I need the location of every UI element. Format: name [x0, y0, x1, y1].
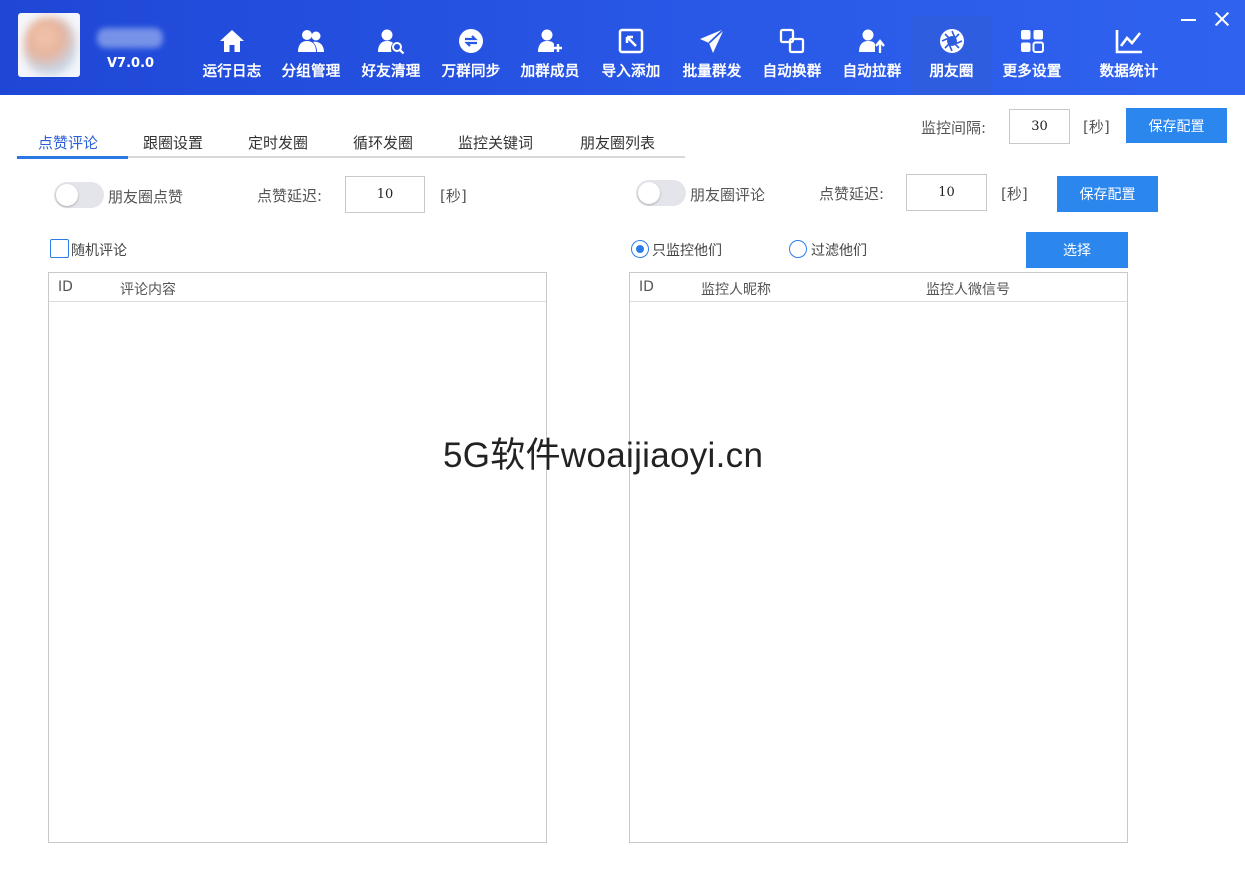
nav-group-sync[interactable]: 万群同步 [437, 16, 505, 95]
random-comment-checkbox[interactable] [50, 239, 69, 258]
tab-follow-settings[interactable]: 跟圈设置 [143, 132, 203, 153]
add-user-icon [535, 26, 565, 56]
save-config-button[interactable]: 保存配置 [1057, 176, 1158, 212]
blurred-username [97, 28, 163, 48]
nav-data-stats[interactable]: 数据统计 [1091, 16, 1167, 95]
tab-monitor-keywords[interactable]: 监控关键词 [458, 132, 533, 153]
send-icon [697, 26, 727, 56]
nav-batch-send[interactable]: 批量群发 [678, 16, 746, 95]
select-button[interactable]: 选择 [1026, 232, 1128, 268]
nav-group-manage[interactable]: 分组管理 [277, 16, 345, 95]
chart-icon [1114, 26, 1144, 56]
tab-loop-post[interactable]: 循环发圈 [353, 132, 413, 153]
avatar[interactable] [18, 13, 80, 77]
comment-moments-toggle[interactable] [636, 180, 686, 206]
like-delay-unit: [秒] [440, 187, 467, 205]
like-moments-toggle[interactable] [54, 182, 104, 208]
nav-moments[interactable]: 朋友圈 [912, 16, 991, 95]
nav-more-settings[interactable]: 更多设置 [998, 16, 1066, 95]
watermark-text: 5G软件woaijiaoyi.cn [443, 436, 764, 475]
sync-icon [456, 26, 486, 56]
nav-run-log[interactable]: 运行日志 [198, 16, 266, 95]
tab-like-comment[interactable]: 点赞评论 [38, 132, 98, 153]
import-icon [616, 26, 646, 56]
comment-list[interactable]: ID 评论内容 [48, 272, 547, 843]
home-icon [217, 26, 247, 56]
switch-icon [777, 26, 807, 56]
grid-icon [1017, 26, 1047, 56]
user-search-icon [376, 26, 406, 56]
save-config-button-top[interactable]: 保存配置 [1126, 108, 1227, 143]
radio-only-monitor-label: 只监控他们 [652, 243, 722, 259]
like-delay-label: 点赞延迟: [257, 187, 323, 205]
column-id[interactable]: ID [58, 279, 73, 295]
column-monitor-wechat-id[interactable]: 监控人微信号 [926, 279, 1010, 299]
pull-user-icon [857, 26, 887, 56]
moments-icon [937, 26, 967, 56]
like-delay-input[interactable]: 10 [345, 176, 425, 213]
monitor-list-header: ID 监控人昵称 监控人微信号 [630, 273, 1127, 302]
comment-list-header: ID 评论内容 [49, 273, 546, 302]
active-tab-indicator [17, 156, 128, 159]
app-version: V7.0.0 [107, 56, 155, 71]
close-button[interactable] [1211, 8, 1233, 30]
column-comment-content[interactable]: 评论内容 [120, 279, 176, 299]
radio-only-monitor[interactable] [631, 240, 649, 258]
column-monitor-nickname[interactable]: 监控人昵称 [701, 279, 771, 299]
nav-auto-switch-group[interactable]: 自动换群 [758, 16, 826, 95]
comment-delay-input[interactable]: 10 [906, 174, 987, 211]
nav-auto-pull-group[interactable]: 自动拉群 [838, 16, 906, 95]
column-id[interactable]: ID [639, 279, 654, 295]
nav-add-group-members[interactable]: 加群成员 [516, 16, 584, 95]
like-moments-label: 朋友圈点赞 [108, 188, 184, 206]
nav-friend-clean[interactable]: 好友清理 [357, 16, 425, 95]
monitor-interval-input[interactable]: 30 [1009, 109, 1070, 144]
radio-filter-label: 过滤他们 [811, 243, 867, 259]
random-comment-label: 随机评论 [71, 243, 127, 259]
nav-import-add[interactable]: 导入添加 [597, 16, 665, 95]
subtab-bar: 点赞评论 跟圈设置 定时发圈 循环发圈 监控关键词 朋友圈列表 [17, 130, 685, 159]
monitor-interval-label: 监控间隔: [921, 119, 987, 137]
monitor-list[interactable]: ID 监控人昵称 监控人微信号 [629, 272, 1128, 843]
comment-moments-label: 朋友圈评论 [690, 186, 766, 204]
tab-moments-list[interactable]: 朋友圈列表 [580, 132, 655, 153]
tab-scheduled-post[interactable]: 定时发圈 [248, 132, 308, 153]
group-icon [296, 26, 326, 56]
radio-filter[interactable] [789, 240, 807, 258]
comment-delay-label: 点赞延迟: [819, 185, 885, 203]
top-header: V7.0.0 运行日志 分组管理 好友清理 万群同步 加群成员 导入添加 批量群… [0, 0, 1245, 95]
monitor-interval-unit: [秒] [1083, 118, 1110, 136]
minimize-button[interactable] [1178, 9, 1198, 29]
comment-delay-unit: [秒] [1001, 185, 1028, 203]
